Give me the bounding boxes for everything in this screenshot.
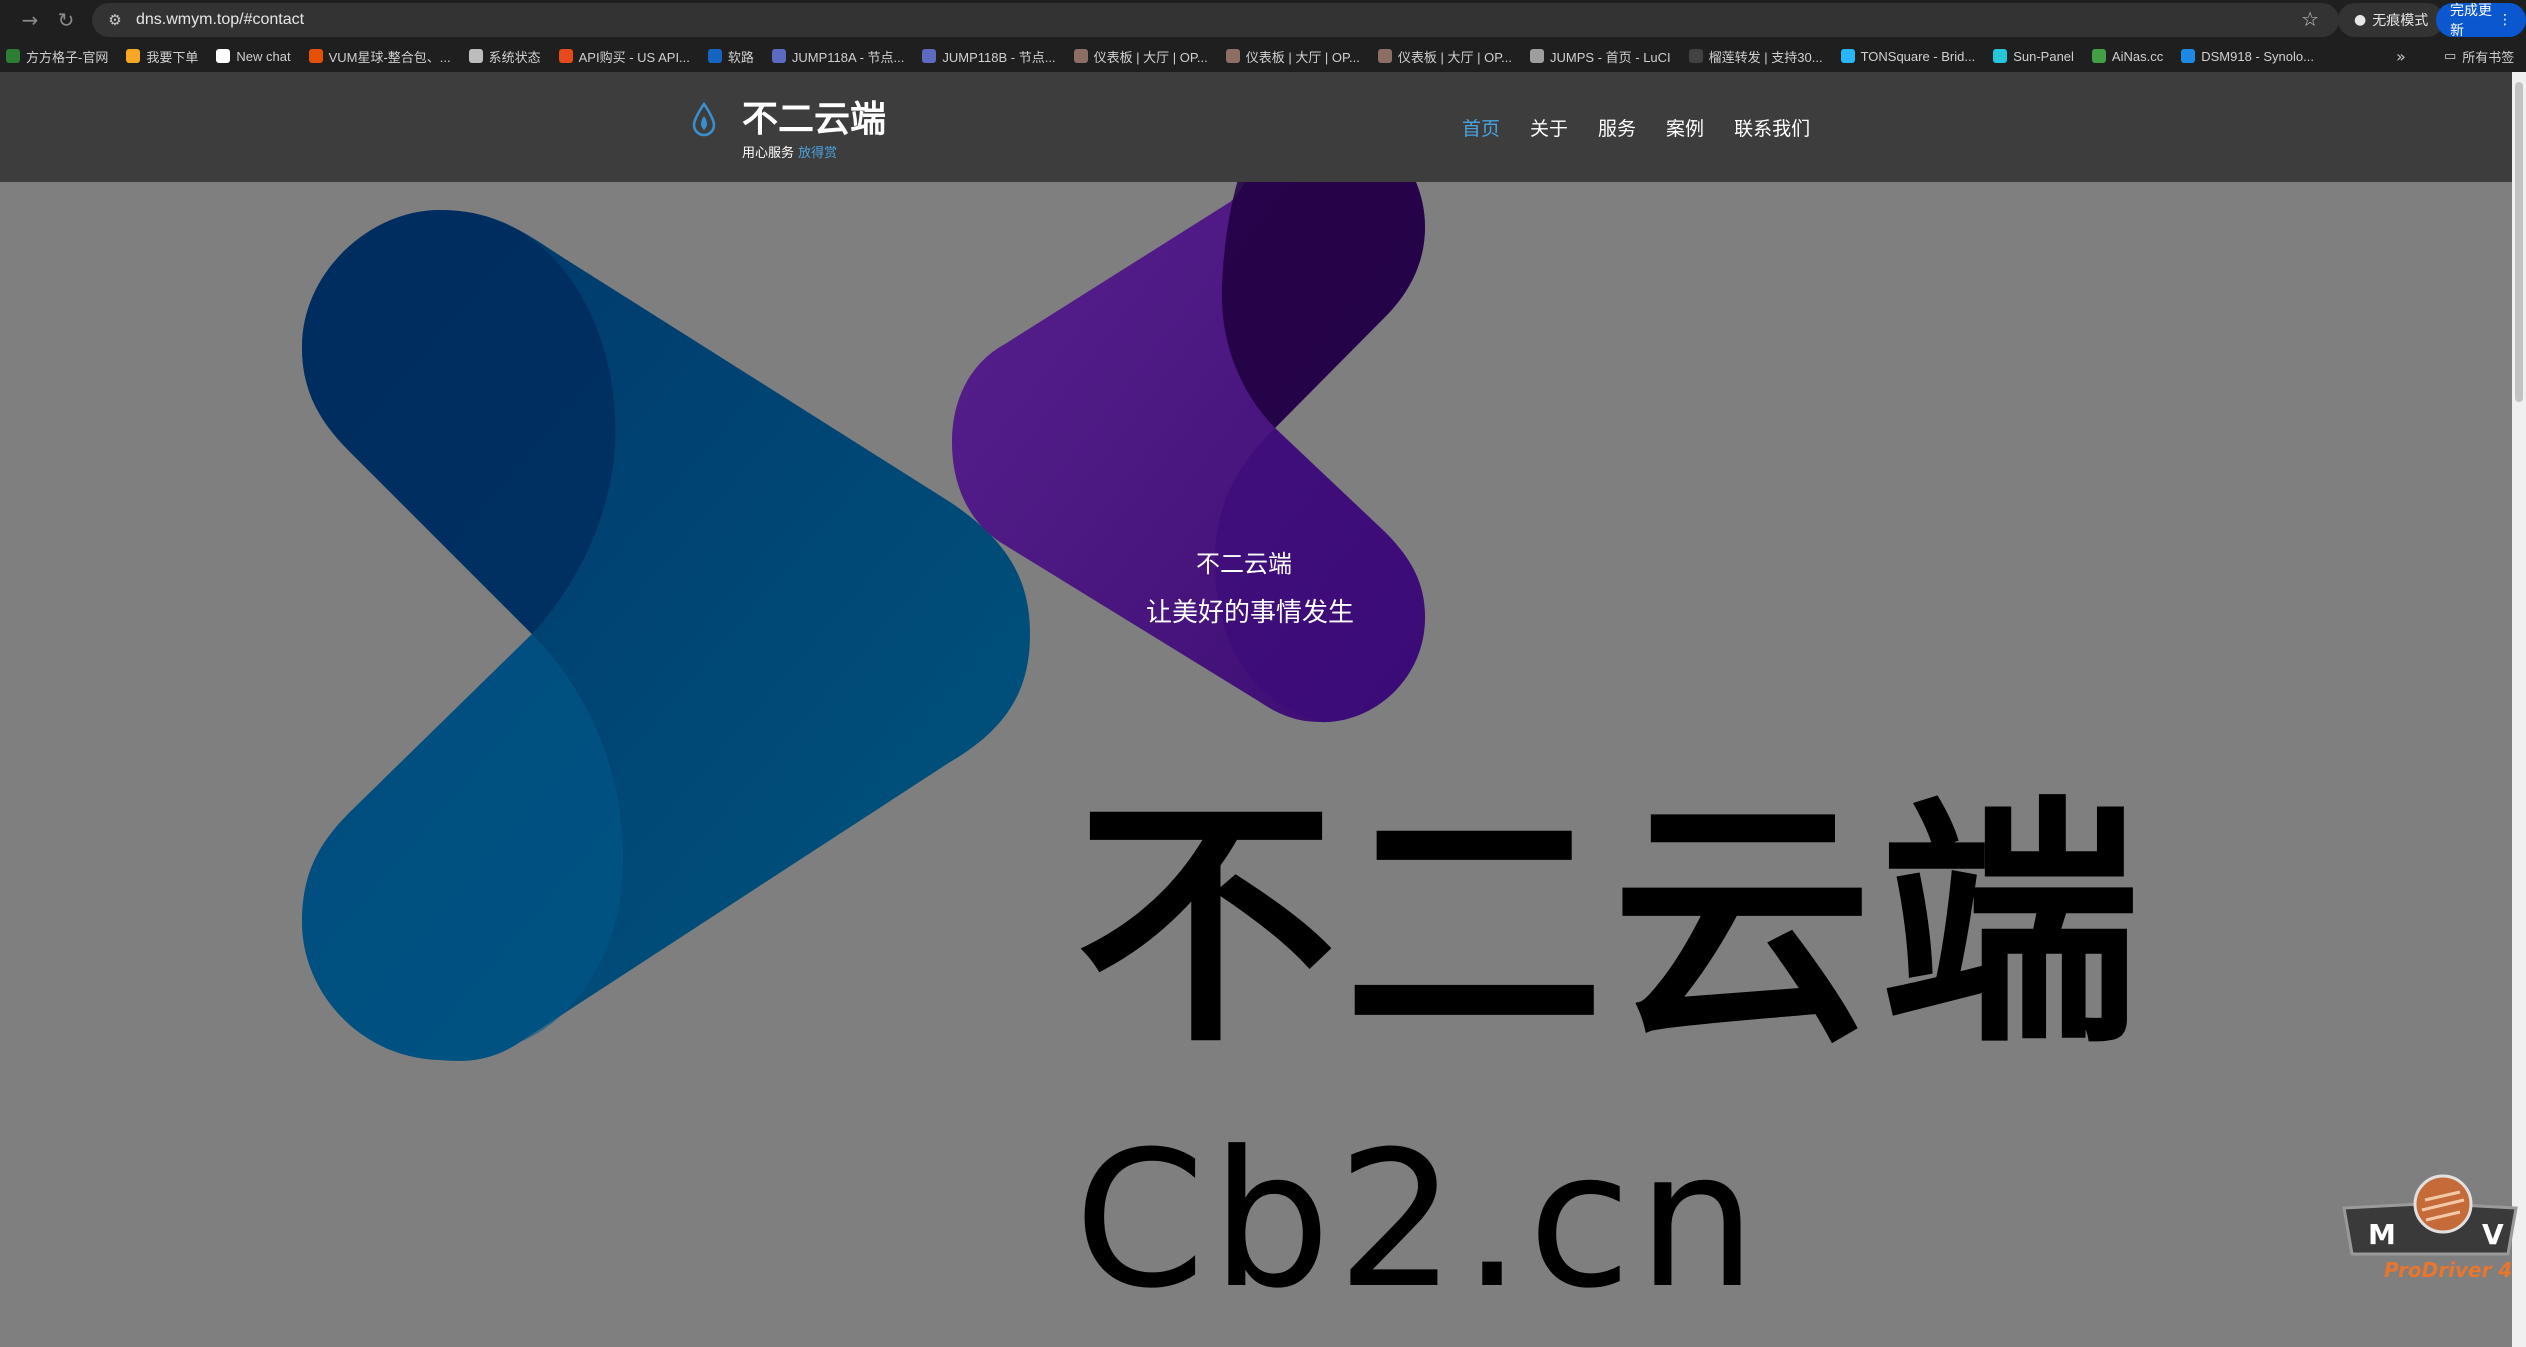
brand-tagline: 用心服务 放得赏 (742, 142, 837, 161)
bookmark-favicon-icon (1377, 49, 1392, 63)
tagline-accent: 放得赏 (798, 146, 838, 161)
site-header: 不二云端 用心服务 放得赏 首页 关于 服务 案例 联系我们 (0, 72, 2512, 182)
bookmark-favicon-icon (2181, 49, 2196, 63)
bookmark-favicon-icon (216, 49, 231, 63)
bookmark-item[interactable]: 仪表板 | 大厅 | OP... (1073, 47, 1208, 66)
purple-chevron-dark-top (1221, 182, 1425, 428)
scrollbar-thumb[interactable] (2515, 82, 2523, 402)
bookmark-item[interactable]: TONSquare - Brid... (1840, 48, 1976, 64)
bookmark-label: 仪表板 | 大厅 | OP... (1245, 49, 1360, 65)
site-info-icon[interactable]: ⚙ (98, 3, 132, 37)
bookmark-label: 我要下单 (146, 49, 199, 65)
bookmark-favicon-icon (308, 49, 323, 63)
folder-icon: ▭ (2444, 48, 2457, 64)
bookmark-label: 仪表板 | 大厅 | OP... (1397, 49, 1513, 65)
bookmark-favicon-icon (1073, 49, 1088, 63)
bookmark-label: API购买 - US API... (578, 49, 690, 65)
bookmark-item[interactable]: 系统状态 (468, 47, 541, 66)
bookmark-item[interactable]: 软路 (707, 47, 754, 66)
update-button[interactable]: 完成更新 ⋮ (2436, 3, 2526, 39)
incognito-label: 无痕模式 (2372, 13, 2429, 29)
bookmark-item[interactable]: 我要下单 (126, 47, 198, 66)
bookmark-favicon-icon (1840, 49, 1855, 63)
bookmark-item[interactable]: JUMPS - 首页 - LuCI (1530, 47, 1671, 66)
bookmark-item[interactable]: Sun-Panel (1993, 49, 2074, 64)
bookmark-item[interactable]: JUMP118A - 节点... (771, 47, 905, 66)
bookmark-label: AiNas.cc (2111, 48, 2164, 64)
more-bookmarks-icon[interactable]: » (2396, 40, 2406, 72)
nav-item[interactable]: 联系我们 (1734, 114, 1810, 141)
nav-item[interactable]: 服务 (1598, 114, 1636, 141)
tagline-text: 用心服务 (742, 146, 795, 161)
bookmark-item[interactable]: 方方格子-官网 (6, 47, 108, 66)
bookmark-label: 榴莲转发 | 支持30... (1708, 49, 1823, 65)
bookmark-label: JUMPS - 首页 - LuCI (1550, 49, 1671, 65)
blue-chevron-lower (302, 634, 624, 1061)
bookmark-label: VUM星球-整合包、... (328, 49, 451, 65)
bookmark-item[interactable]: JUMP118B - 节点... (922, 47, 1056, 66)
bookmark-item[interactable]: DSM918 - Synolo... (2181, 49, 2314, 64)
brand-title[interactable]: 不二云端 (742, 90, 886, 142)
badge-right-letter: V (2482, 1218, 2504, 1251)
bookmark-label: 软路 (727, 49, 754, 65)
bookmark-label: JUMP118B - 节点... (942, 49, 1056, 65)
nav-item[interactable]: 案例 (1666, 114, 1704, 141)
bookmark-item[interactable]: VUM星球-整合包、... (308, 47, 451, 66)
big-domain: Cb2.cn (1074, 1111, 1763, 1330)
bookmark-favicon-icon (558, 49, 573, 63)
incognito-indicator[interactable]: ● 无痕模式 (2338, 3, 2445, 37)
bookmark-star-icon[interactable]: ☆ (2301, 7, 2319, 31)
bookmark-favicon-icon (1225, 49, 1240, 63)
bookmark-favicon-icon (1688, 49, 1703, 63)
reload-icon[interactable]: ↻ (48, 2, 84, 38)
nav-item[interactable]: 首页 (1462, 114, 1500, 141)
badge-text: ProDriver 4 (2384, 1258, 2513, 1282)
bookmark-label: 系统状态 (488, 49, 541, 65)
bookmark-favicon-icon (922, 49, 937, 63)
bookmark-label: JUMP118A - 节点... (791, 49, 905, 65)
bookmark-favicon-icon (6, 49, 20, 63)
bookmark-favicon-icon (2091, 49, 2106, 63)
bookmarks-bar: 方方格子-官网 我要下单 New chat VUM星球-整合包、... 系统状态 API购… (0, 40, 2526, 72)
bookmark-label: New chat (236, 48, 291, 64)
hero-slogan: 让美好的事情发生 (1146, 598, 1355, 628)
address-bar[interactable]: ⚙ dns.wmym.top/#contact ☆ (92, 3, 2339, 37)
bookmark-favicon-icon (468, 49, 483, 63)
big-brand-name: 不二云端 (1076, 776, 2148, 1078)
url-text[interactable]: dns.wmym.top/#contact (136, 11, 304, 29)
main-nav: 首页 关于 服务 案例 联系我们 (1462, 114, 1810, 141)
browser-toolbar: → ↻ ⚙ dns.wmym.top/#contact ☆ ● 无痕模式 完成更… (0, 0, 2526, 40)
nav-item[interactable]: 关于 (1530, 114, 1568, 141)
bookmark-favicon-icon (126, 49, 141, 63)
hero-title: 不二云端 (1196, 550, 1292, 578)
bookmark-label: 仪表板 | 大厅 | OP... (1093, 49, 1208, 65)
bookmark-favicon-icon (707, 49, 722, 63)
bookmark-item[interactable]: AiNas.cc (2091, 48, 2164, 64)
bookmark-label: 方方格子-官网 (26, 49, 109, 65)
bookmark-item[interactable]: 仪表板 | 大厅 | OP... (1377, 47, 1513, 66)
all-bookmarks[interactable]: ▭ 所有书签 (2444, 40, 2514, 72)
logo-drop-icon[interactable] (690, 102, 718, 138)
hero-section: 不二云端 让美好的事情发生 不二云端 Cb2.cn (0, 182, 2512, 1347)
bookmark-item[interactable]: New chat (216, 48, 291, 64)
all-bookmarks-label: 所有书签 (2462, 50, 2515, 66)
bookmark-item[interactable]: 仪表板 | 大厅 | OP... (1225, 47, 1360, 66)
bookmark-favicon-icon (1530, 49, 1545, 63)
incognito-icon: ● (2354, 12, 2367, 28)
bookmark-favicon-icon (1993, 49, 2008, 63)
bookmark-item[interactable]: 榴莲转发 | 支持30... (1688, 47, 1823, 66)
bookmark-label: DSM918 - Synolo... (2201, 48, 2314, 64)
badge-left-letter: M (2368, 1218, 2396, 1251)
update-label: 完成更新 (2450, 3, 2492, 39)
bookmark-label: TONSquare - Brid... (1860, 48, 1976, 64)
forward-arrow-icon[interactable]: → (12, 2, 48, 38)
bookmark-favicon-icon (771, 49, 786, 63)
bookmark-item[interactable]: API购买 - US API... (558, 47, 690, 66)
menu-dots-icon: ⋮ (2498, 12, 2512, 28)
bookmark-label: Sun-Panel (2013, 48, 2074, 64)
